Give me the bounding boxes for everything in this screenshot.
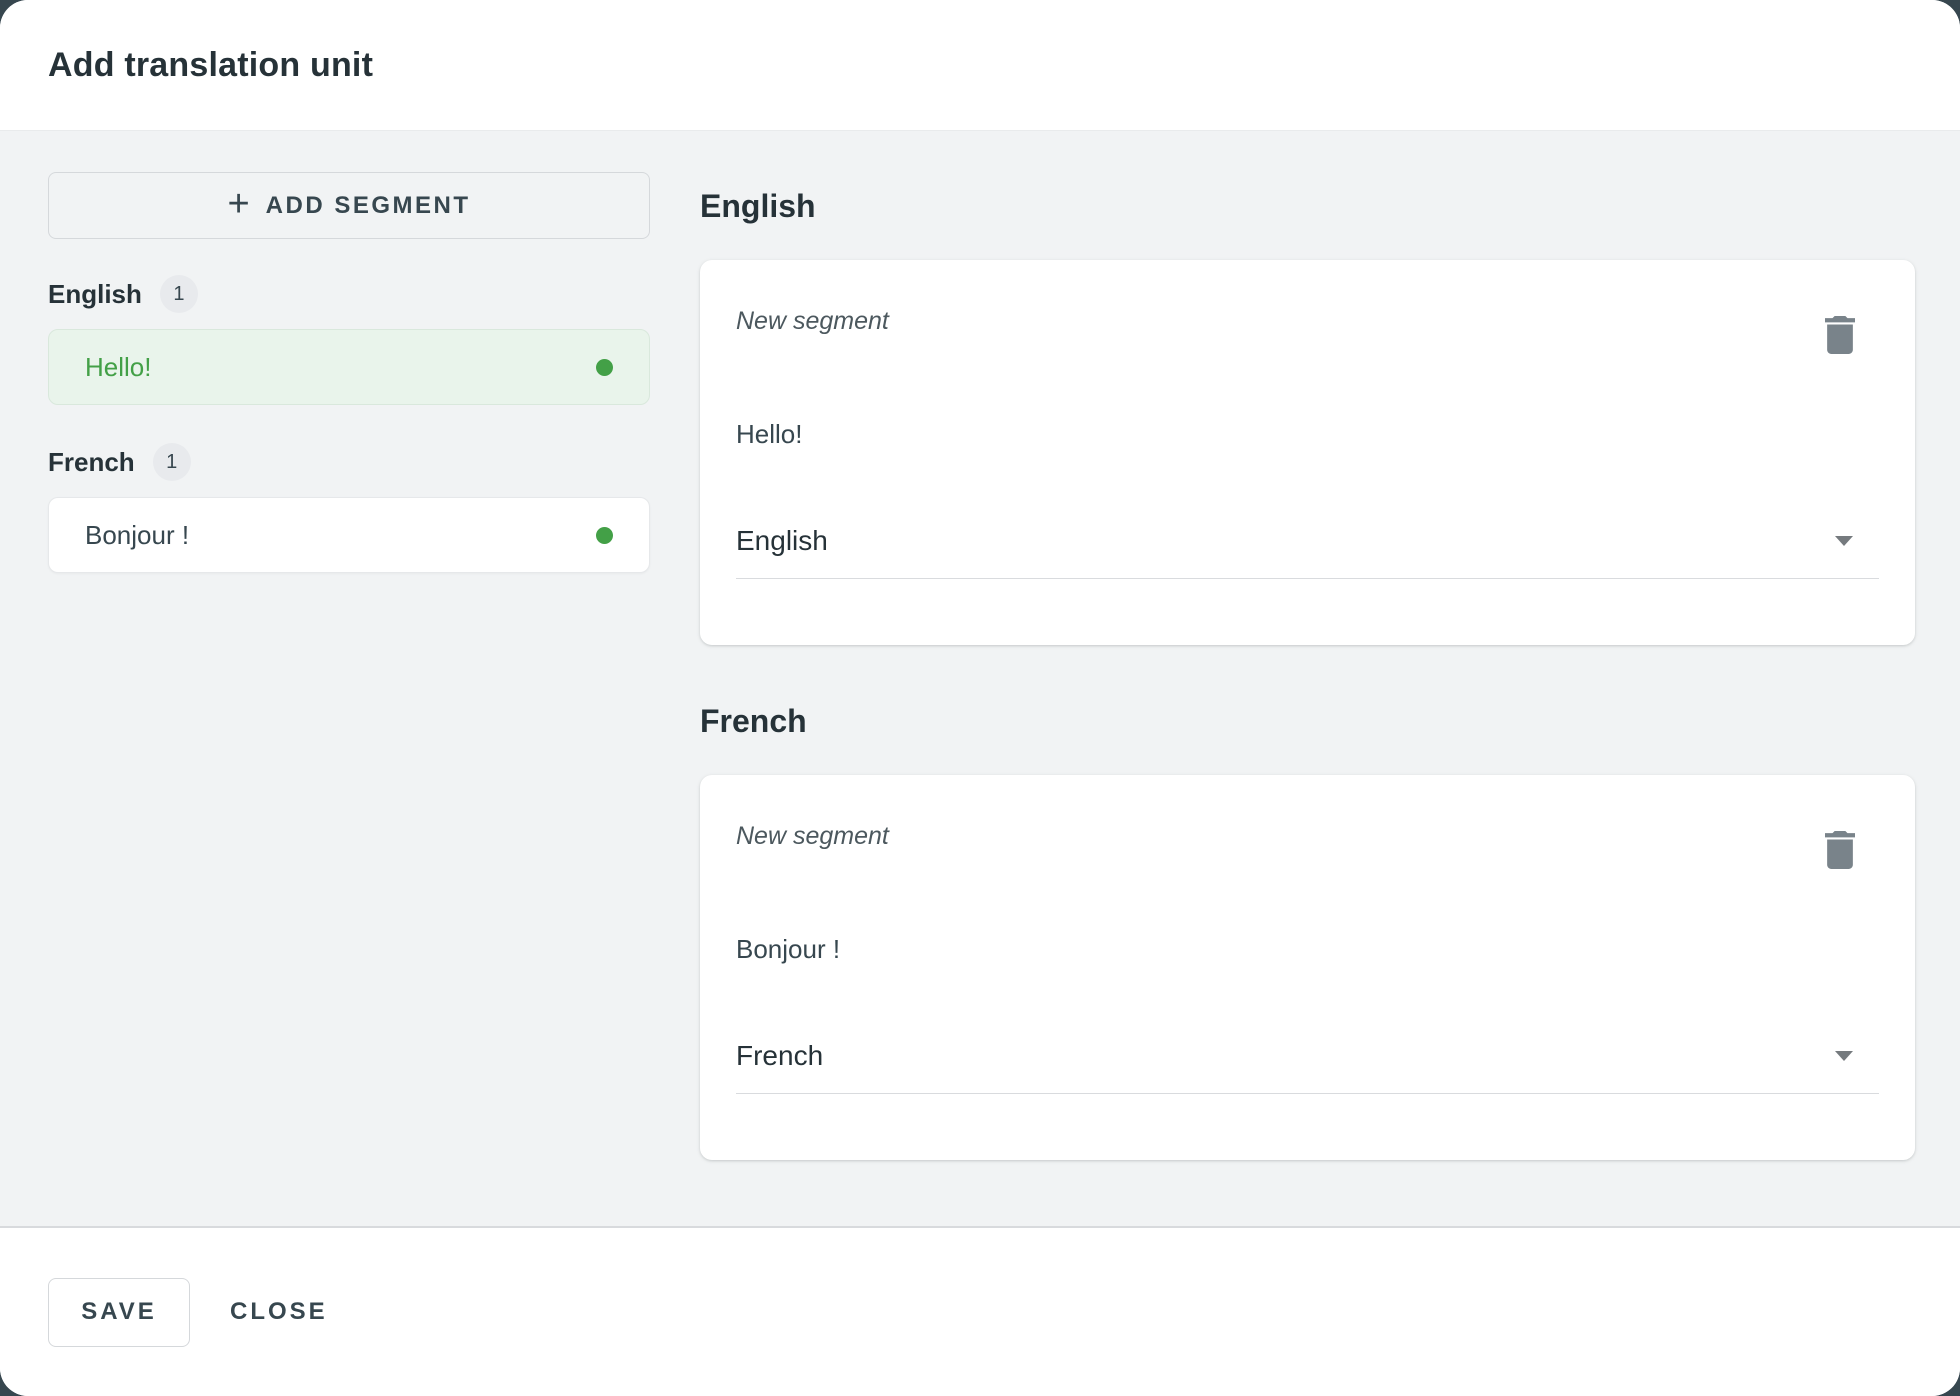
language-section-english: English New segment Hello! English bbox=[700, 184, 1915, 645]
segment-count-badge: 1 bbox=[160, 275, 198, 313]
dialog-content: + ADD SEGMENT English 1 Hello! French 1 … bbox=[0, 131, 1960, 1228]
save-button-label: SAVE bbox=[81, 1298, 157, 1325]
add-translation-unit-dialog: Add translation unit + ADD SEGMENT Engli… bbox=[0, 0, 1960, 1396]
language-label: English bbox=[48, 279, 142, 310]
save-button[interactable]: SAVE bbox=[48, 1278, 190, 1347]
language-section-french: French New segment Bonjour ! French bbox=[700, 699, 1915, 1160]
language-select-value: French bbox=[736, 1039, 823, 1073]
add-segment-button[interactable]: + ADD SEGMENT bbox=[48, 172, 650, 239]
segment-count-badge: 1 bbox=[153, 443, 191, 481]
language-select[interactable]: English bbox=[736, 524, 1879, 579]
segment-card: New segment Bonjour ! French bbox=[700, 775, 1915, 1160]
green-dot-icon bbox=[596, 527, 613, 544]
dialog-header: Add translation unit bbox=[0, 0, 1960, 131]
section-heading: French bbox=[700, 699, 1915, 743]
segment-text-input[interactable]: Hello! bbox=[736, 418, 1879, 450]
segment-editor-panel: English New segment Hello! English bbox=[700, 172, 1915, 1226]
language-group-header-french: French 1 bbox=[48, 443, 650, 481]
segment-text-input[interactable]: Bonjour ! bbox=[736, 933, 1879, 965]
plus-icon: + bbox=[227, 185, 249, 223]
segment-chip-french[interactable]: Bonjour ! bbox=[48, 497, 650, 573]
segment-card: New segment Hello! English bbox=[700, 260, 1915, 645]
chevron-down-icon bbox=[1835, 1051, 1853, 1061]
add-segment-button-label: ADD SEGMENT bbox=[266, 192, 471, 220]
segment-card-header: New segment bbox=[736, 821, 1879, 869]
new-segment-label: New segment bbox=[736, 821, 889, 851]
close-button[interactable]: CLOSE bbox=[228, 1286, 330, 1338]
section-heading: English bbox=[700, 184, 1915, 228]
new-segment-label: New segment bbox=[736, 306, 889, 336]
dialog-title: Add translation unit bbox=[48, 46, 373, 85]
segment-chip-english[interactable]: Hello! bbox=[48, 329, 650, 405]
segment-chip-text: Hello! bbox=[85, 352, 151, 383]
language-select-value: English bbox=[736, 524, 828, 558]
delete-segment-button[interactable] bbox=[1825, 831, 1855, 869]
trash-icon bbox=[1825, 316, 1855, 354]
segment-card-header: New segment bbox=[736, 306, 1879, 354]
segment-chip-text: Bonjour ! bbox=[85, 520, 189, 551]
green-dot-icon bbox=[596, 359, 613, 376]
chevron-down-icon bbox=[1835, 536, 1853, 546]
segments-sidebar: + ADD SEGMENT English 1 Hello! French 1 … bbox=[48, 172, 650, 1226]
delete-segment-button[interactable] bbox=[1825, 316, 1855, 354]
trash-icon bbox=[1825, 831, 1855, 869]
close-button-label: CLOSE bbox=[230, 1298, 328, 1325]
dialog-footer: SAVE CLOSE bbox=[0, 1228, 1960, 1396]
language-label: French bbox=[48, 447, 135, 478]
language-select[interactable]: French bbox=[736, 1039, 1879, 1094]
language-group-header-english: English 1 bbox=[48, 275, 650, 313]
